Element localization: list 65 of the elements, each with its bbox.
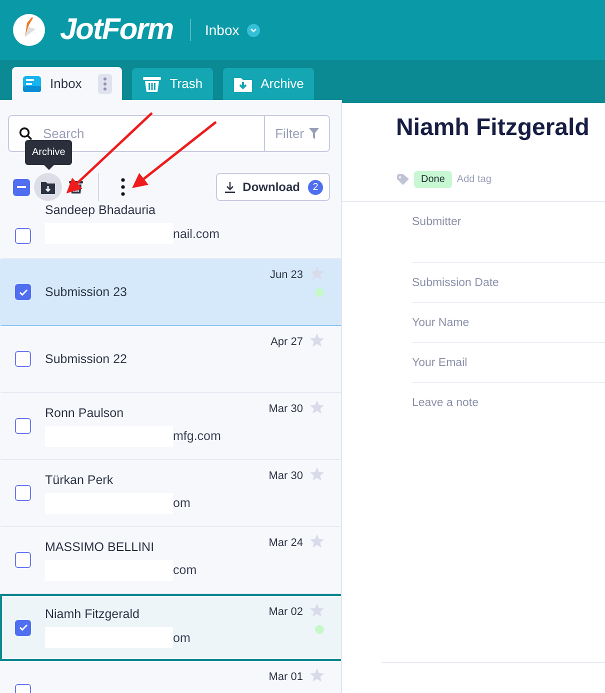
- trash-icon: [142, 75, 162, 93]
- star-icon[interactable]: [309, 466, 325, 482]
- submission-name: MASSIMO BELLINI: [45, 540, 156, 554]
- download-icon: [224, 182, 235, 192]
- star-icon[interactable]: [309, 667, 325, 683]
- archive-button[interactable]: [34, 173, 62, 201]
- star-icon[interactable]: [309, 332, 325, 348]
- submission-name: Sandeep Bhadauria: [45, 203, 157, 217]
- submitter-email: nail.com: [173, 226, 220, 240]
- submission-name: Niamh Fitzgerald: [45, 607, 140, 621]
- folder-arrow-icon: [41, 180, 55, 194]
- count-badge: 2: [308, 180, 323, 194]
- inbox-tray-icon: [22, 74, 42, 92]
- submission-date: Mar 01: [268, 671, 303, 683]
- funnel-icon: [309, 128, 319, 139]
- submission-date: Apr 27: [270, 336, 303, 348]
- search-icon: [19, 126, 33, 140]
- archive-tooltip: Archive: [25, 140, 72, 170]
- pencil-logo-icon: [12, 13, 46, 47]
- submission-date: Mar 02: [268, 606, 303, 618]
- checkbox[interactable]: [15, 228, 31, 244]
- submission-date: Mar 30: [268, 403, 303, 415]
- field-label: Submission Date: [412, 277, 499, 289]
- checkbox[interactable]: [15, 620, 31, 636]
- select-all-checkbox[interactable]: [13, 178, 30, 196]
- submission-date: Mar 24: [268, 537, 303, 549]
- minus-icon: [17, 186, 26, 188]
- checkbox[interactable]: [15, 351, 31, 367]
- submission-date: Mar 30: [268, 470, 303, 482]
- checkbox[interactable]: [15, 485, 31, 501]
- submitter-email: com: [173, 563, 197, 577]
- submission-date: Jun 23: [270, 269, 303, 281]
- submitter-email: mfg.com: [173, 429, 221, 443]
- submission-name: Submission 23: [45, 285, 127, 299]
- field-label: Your Email: [412, 357, 468, 369]
- checkbox[interactable]: [15, 284, 31, 300]
- submission-row[interactable]: Niamh Fitzgerald om Mar 02: [0, 594, 341, 661]
- field-label: Your Name: [412, 317, 470, 329]
- caret-icon: [250, 28, 258, 32]
- submission-name: Submission 22: [45, 352, 127, 366]
- submission-name: Ronn Paulson: [45, 406, 125, 420]
- more-icon: [121, 178, 125, 196]
- tab-menu-button[interactable]: [98, 74, 112, 94]
- star-icon[interactable]: [309, 533, 325, 549]
- submission-name: Türkan Perk: [45, 472, 114, 486]
- submitter-email: om: [173, 496, 190, 510]
- check-icon: [18, 624, 28, 631]
- field-label: Submitter: [412, 216, 462, 228]
- star-icon[interactable]: [309, 602, 325, 618]
- checkbox[interactable]: [15, 552, 31, 568]
- archive-folder-icon: [232, 75, 253, 93]
- download-button[interactable]: Download 2: [216, 173, 330, 201]
- check-icon: [18, 288, 28, 296]
- jotform-logo: JotForm: [60, 12, 174, 48]
- submission-row[interactable]: Submission 23 Jun 23: [0, 259, 341, 326]
- tag-label[interactable]: Done: [414, 170, 452, 188]
- submission-title: Niamh Fitzgerald: [396, 114, 590, 142]
- tab[interactable]: Inbox: [12, 67, 122, 100]
- tag-icon: [397, 174, 409, 184]
- star-icon[interactable]: [309, 399, 325, 415]
- field-label: Leave a note: [412, 397, 479, 409]
- more-icon: [102, 76, 107, 90]
- submission-row[interactable]: Sandeep Bhadauria nail.com: [0, 205, 341, 259]
- checkbox[interactable]: [15, 418, 31, 434]
- submitter-email: om: [173, 630, 190, 644]
